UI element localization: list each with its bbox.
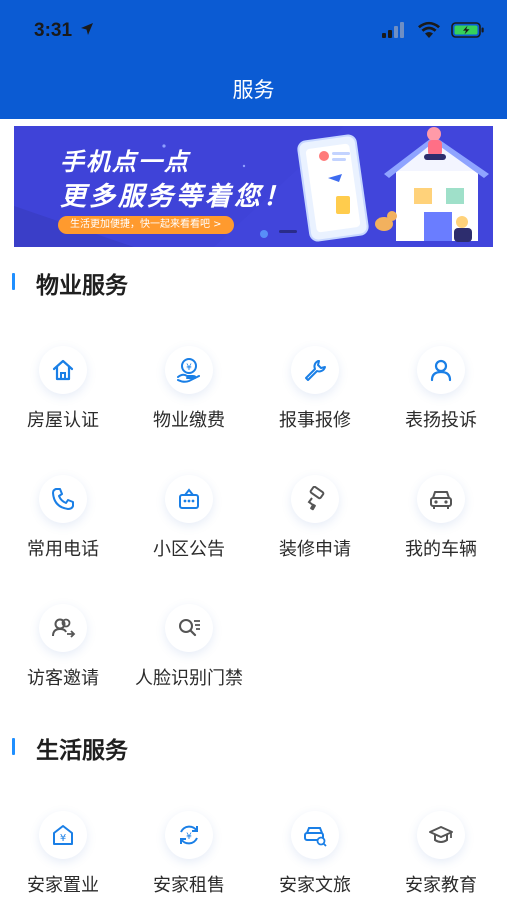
svg-text:¥: ¥ — [186, 832, 192, 842]
service-tile-renovation[interactable]: 装修申请 — [252, 465, 378, 575]
app-header: 3:31 服务 — [0, 0, 507, 119]
rent-exchange-icon: ¥ — [165, 811, 213, 859]
wrench-icon — [291, 346, 339, 394]
wifi-icon — [417, 21, 440, 38]
service-label: 小区公告 — [153, 539, 225, 560]
service-tile-rental[interactable]: ¥ 安家租售 — [126, 801, 252, 911]
announcement-icon — [165, 475, 213, 523]
service-label: 安家置业 — [27, 875, 99, 896]
car-icon — [417, 475, 465, 523]
battery-charging-icon — [451, 22, 484, 38]
section-indicator-bar — [12, 738, 15, 755]
service-tile-property-fee[interactable]: ¥ 物业缴费 — [126, 336, 252, 446]
banner-illustration — [297, 127, 489, 242]
service-tile-my-vehicle[interactable]: 我的车辆 — [378, 465, 504, 575]
property-sale-icon: ¥ — [39, 811, 87, 859]
service-label: 报事报修 — [279, 410, 351, 431]
status-time: 3:31 — [34, 20, 73, 41]
service-tile-travel[interactable]: 安家文旅 — [252, 801, 378, 911]
section-title-property: 物业服务 — [36, 273, 128, 299]
promo-banner[interactable]: 手机点一点 更多服务等着您！ 生活更加便捷，快一起来看看吧 > — [14, 126, 493, 247]
service-tile-face-access[interactable]: 人脸识别门禁 — [126, 594, 252, 704]
service-label: 安家教育 — [405, 875, 477, 896]
travel-car-icon — [291, 811, 339, 859]
service-tile-common-phone[interactable]: 常用电话 — [0, 465, 126, 575]
status-indicators — [381, 21, 485, 43]
service-label: 表扬投诉 — [405, 410, 477, 431]
status-bar: 3:31 — [0, 0, 507, 60]
section-title-life: 生活服务 — [36, 738, 128, 764]
face-search-icon — [165, 604, 213, 652]
graduation-cap-icon — [417, 811, 465, 859]
paint-roller-icon — [291, 475, 339, 523]
service-tile-visitor-invite[interactable]: 访客邀请 — [0, 594, 126, 704]
service-tile-repair[interactable]: 报事报修 — [252, 336, 378, 446]
banner-headline-1: 手机点一点 — [60, 148, 190, 176]
page-title: 服务 — [232, 78, 275, 102]
service-tile-real-estate[interactable]: ¥ 安家置业 — [0, 801, 126, 911]
section-indicator-bar — [12, 273, 15, 290]
service-label: 我的车辆 — [405, 539, 477, 560]
service-tile-feedback[interactable]: 表扬投诉 — [378, 336, 504, 446]
visitor-icon — [39, 604, 87, 652]
service-label: 房屋认证 — [27, 410, 99, 431]
banner-headline-2: 更多服务等着您！ — [60, 182, 293, 212]
service-tile-education[interactable]: 安家教育 — [378, 801, 504, 911]
service-tile-announcement[interactable]: 小区公告 — [126, 465, 252, 575]
house-icon — [39, 346, 87, 394]
service-label: 安家文旅 — [279, 875, 351, 896]
banner-cta-pill[interactable]: 生活更加便捷，快一起来看看吧 > — [58, 216, 234, 234]
signal-icon — [381, 22, 404, 38]
service-label: 物业缴费 — [153, 410, 225, 431]
service-label: 常用电话 — [27, 539, 99, 560]
svg-text:¥: ¥ — [186, 363, 192, 373]
phone-icon — [39, 475, 87, 523]
service-label: 人脸识别门禁 — [135, 668, 243, 689]
service-label: 装修申请 — [279, 539, 351, 560]
service-tile-house-auth[interactable]: 房屋认证 — [0, 336, 126, 446]
service-label: 访客邀请 — [27, 668, 99, 689]
location-arrow-icon — [81, 23, 93, 35]
payment-icon: ¥ — [165, 346, 213, 394]
service-label: 安家租售 — [153, 875, 225, 896]
person-icon — [417, 346, 465, 394]
svg-text:¥: ¥ — [60, 833, 66, 844]
